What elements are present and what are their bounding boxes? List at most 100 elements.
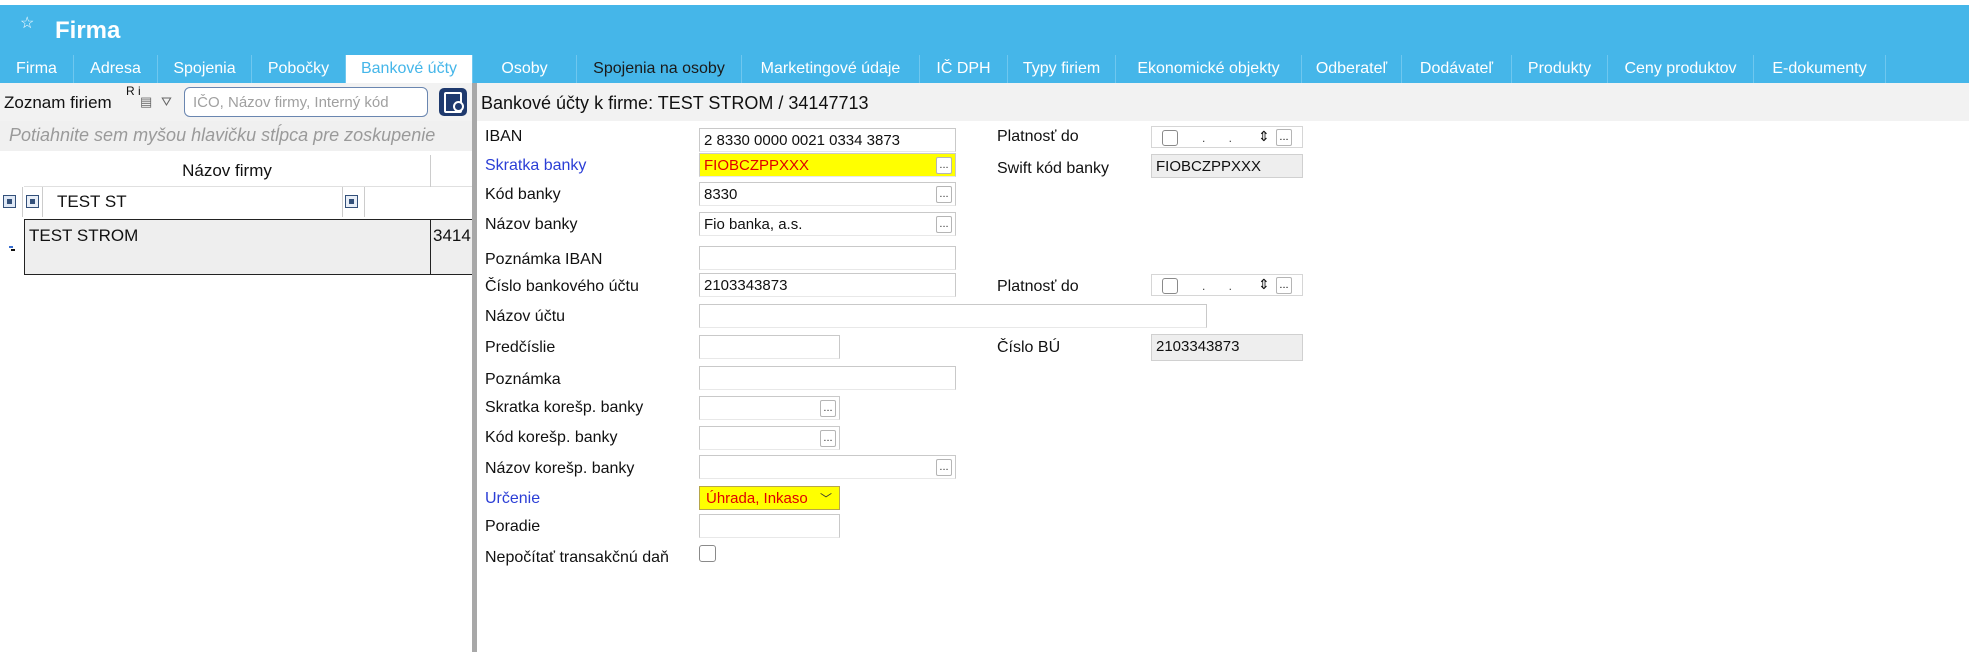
tab-odberatel[interactable]: Odberateľ — [1302, 55, 1402, 83]
urcenie-value: Úhrada, Inkaso — [706, 490, 808, 507]
tab-ic-dph[interactable]: IČ DPH — [920, 55, 1008, 83]
skratka-banky-lookup-button[interactable]: ... — [936, 157, 952, 174]
date-enable-checkbox[interactable] — [1162, 130, 1178, 146]
tab-pobocky[interactable]: Pobočky — [252, 55, 346, 83]
nazov-koresp-lookup-button[interactable]: ... — [936, 459, 952, 476]
poradie-field[interactable] — [699, 514, 840, 538]
platnost-do-label-2: Platnosť do — [997, 278, 1079, 295]
detail-header-title: Bankové účty k firme: TEST STROM / 34147… — [481, 93, 869, 113]
nazov-banky-field[interactable]: Fio banka, a.s. ... — [699, 212, 956, 236]
date-placeholder: . . — [1202, 279, 1243, 293]
tab-bankove-ucty[interactable]: Bankové účty — [346, 55, 473, 83]
filter-condition-icon-2[interactable] — [345, 195, 358, 208]
poznamka-label: Poznámka — [485, 371, 561, 388]
tab-typy-firiem[interactable]: Typy firiem — [1008, 55, 1116, 83]
filter-divider — [22, 187, 23, 217]
poznamka-iban-field[interactable] — [699, 246, 956, 270]
nazov-banky-value: Fio banka, a.s. — [704, 216, 803, 233]
poznamka-field[interactable] — [699, 366, 956, 390]
kod-koresp-field[interactable]: ... — [699, 426, 840, 450]
tab-bar: Firma Adresa Spojenia Pobočky Bankové úč… — [0, 55, 1969, 83]
date-spinner-icon[interactable]: ⇕ — [1258, 276, 1270, 293]
grid-header: Názov firmy — [24, 155, 472, 187]
company-list-pane: Zoznam firiem R i ▤ ⛛ Potiahnite sem myš… — [0, 83, 472, 652]
kod-banky-field[interactable]: 8330 ... — [699, 182, 956, 206]
tab-ceny-produktov[interactable]: Ceny produktov — [1608, 55, 1754, 83]
skratka-banky-label: Skratka banky — [485, 157, 587, 174]
nazov-koresp-label: Názov korešp. banky — [485, 460, 635, 477]
app-window: ☆ Firma Firma Adresa Spojenia Pobočky Ba… — [0, 0, 1969, 652]
skratka-banky-field[interactable]: FIOBCZPPXXX ... — [699, 153, 956, 177]
pane-splitter[interactable] — [472, 83, 477, 652]
tab-ekonomicke-objekty[interactable]: Ekonomické objekty — [1116, 55, 1302, 83]
platnost-do-date-1[interactable]: . . ⇕ ... — [1151, 126, 1303, 148]
poznamka-iban-label: Poznámka IBAN — [485, 251, 603, 268]
urcenie-label: Určenie — [485, 490, 541, 507]
title-bar: ☆ Firma — [0, 5, 1969, 55]
nazov-uctu-label: Názov účtu — [485, 308, 566, 325]
tab-marketingove-udaje[interactable]: Marketingové údaje — [742, 55, 920, 83]
kod-koresp-lookup-button[interactable]: ... — [820, 430, 836, 447]
cislo-bu-label: Číslo BÚ — [997, 339, 1061, 356]
platnost-do-date-2[interactable]: . . ⇕ ... — [1151, 274, 1303, 296]
skratka-koresp-lookup-button[interactable]: ... — [820, 400, 836, 417]
skratka-koresp-label: Skratka korešp. banky — [485, 399, 644, 416]
detail-header: Bankové účty k firme: TEST STROM / 34147… — [477, 83, 1969, 121]
tab-spojenia-na-osoby[interactable]: Spojenia na osoby — [577, 55, 742, 83]
filter-divider — [342, 187, 343, 217]
transakcna-dan-checkbox[interactable] — [699, 545, 716, 562]
platnost-do-label-1: Platnosť do — [997, 128, 1079, 145]
kod-banky-lookup-button[interactable]: ... — [936, 186, 952, 203]
date-picker-button[interactable]: ... — [1276, 129, 1292, 146]
nazov-banky-lookup-button[interactable]: ... — [936, 216, 952, 233]
swift-label: Swift kód banky — [997, 160, 1110, 177]
tab-e-dokumenty[interactable]: E-dokumenty — [1754, 55, 1886, 83]
cislo-uctu-label: Číslo bankového účtu — [485, 278, 639, 295]
nazov-uctu-field[interactable] — [699, 304, 1207, 328]
filter-divider — [42, 187, 43, 217]
filter-condition-icon[interactable] — [26, 195, 39, 208]
filter-divider — [364, 187, 365, 217]
predcislie-field[interactable] — [699, 335, 840, 359]
current-row-indicator-icon — [9, 246, 15, 252]
star-icon[interactable]: ☆ — [20, 13, 34, 33]
filter-row: TEST ST — [0, 187, 472, 217]
date-enable-checkbox[interactable] — [1162, 278, 1178, 294]
nazov-koresp-field[interactable]: ... — [699, 455, 956, 479]
column-divider[interactable] — [430, 155, 431, 187]
company-list-toolbar: Zoznam firiem R i ▤ ⛛ — [0, 83, 472, 121]
tab-adresa[interactable]: Adresa — [74, 55, 158, 83]
filter-edit-icon[interactable] — [3, 195, 16, 208]
tab-firma[interactable]: Firma — [0, 55, 74, 83]
urcenie-select[interactable]: Úhrada, Inkaso ﹀ — [699, 486, 840, 510]
date-picker-button[interactable]: ... — [1276, 277, 1292, 294]
row-divider — [430, 220, 431, 274]
kod-koresp-label: Kód korešp. banky — [485, 429, 618, 446]
row-company-code: 3414 — [433, 226, 471, 245]
cislo-bu-field: 2103343873 — [1151, 334, 1303, 361]
date-placeholder: . . — [1202, 131, 1243, 145]
skratka-koresp-field[interactable]: ... — [699, 396, 840, 420]
chevron-down-icon[interactable]: ﹀ — [817, 490, 835, 506]
kod-banky-value: 8330 — [704, 186, 738, 203]
search-button[interactable] — [439, 88, 467, 116]
tab-spojenia[interactable]: Spojenia — [158, 55, 252, 83]
tab-osoby[interactable]: Osoby — [473, 55, 577, 83]
poradie-label: Poradie — [485, 518, 541, 535]
swift-field: FIOBCZPPXXX — [1151, 154, 1303, 178]
company-search-input[interactable] — [184, 87, 428, 117]
tab-dodavatel[interactable]: Dodávateľ — [1402, 55, 1512, 83]
tab-produkty[interactable]: Produkty — [1512, 55, 1608, 83]
row-company-name: TEST STROM — [29, 226, 139, 245]
table-row[interactable]: TEST STROM 3414 — [24, 219, 472, 275]
filter-value[interactable]: TEST ST — [57, 192, 127, 212]
date-spinner-icon[interactable]: ⇕ — [1258, 128, 1270, 145]
group-by-hint[interactable]: Potiahnite sem myšou hlavičku stĺpca pre… — [0, 121, 472, 151]
iban-label: IBAN — [485, 128, 523, 145]
column-header-nazov-firmy[interactable]: Názov firmy — [24, 161, 430, 181]
filter-icon[interactable]: ⛛ — [161, 94, 175, 109]
iban-field[interactable]: 2 8330 0000 0021 0334 3873 — [699, 128, 956, 152]
cislo-uctu-field[interactable]: 2103343873 — [699, 273, 956, 297]
list-options-icon[interactable]: ▤ — [140, 94, 154, 109]
skratka-banky-value: FIOBCZPPXXX — [704, 157, 810, 174]
